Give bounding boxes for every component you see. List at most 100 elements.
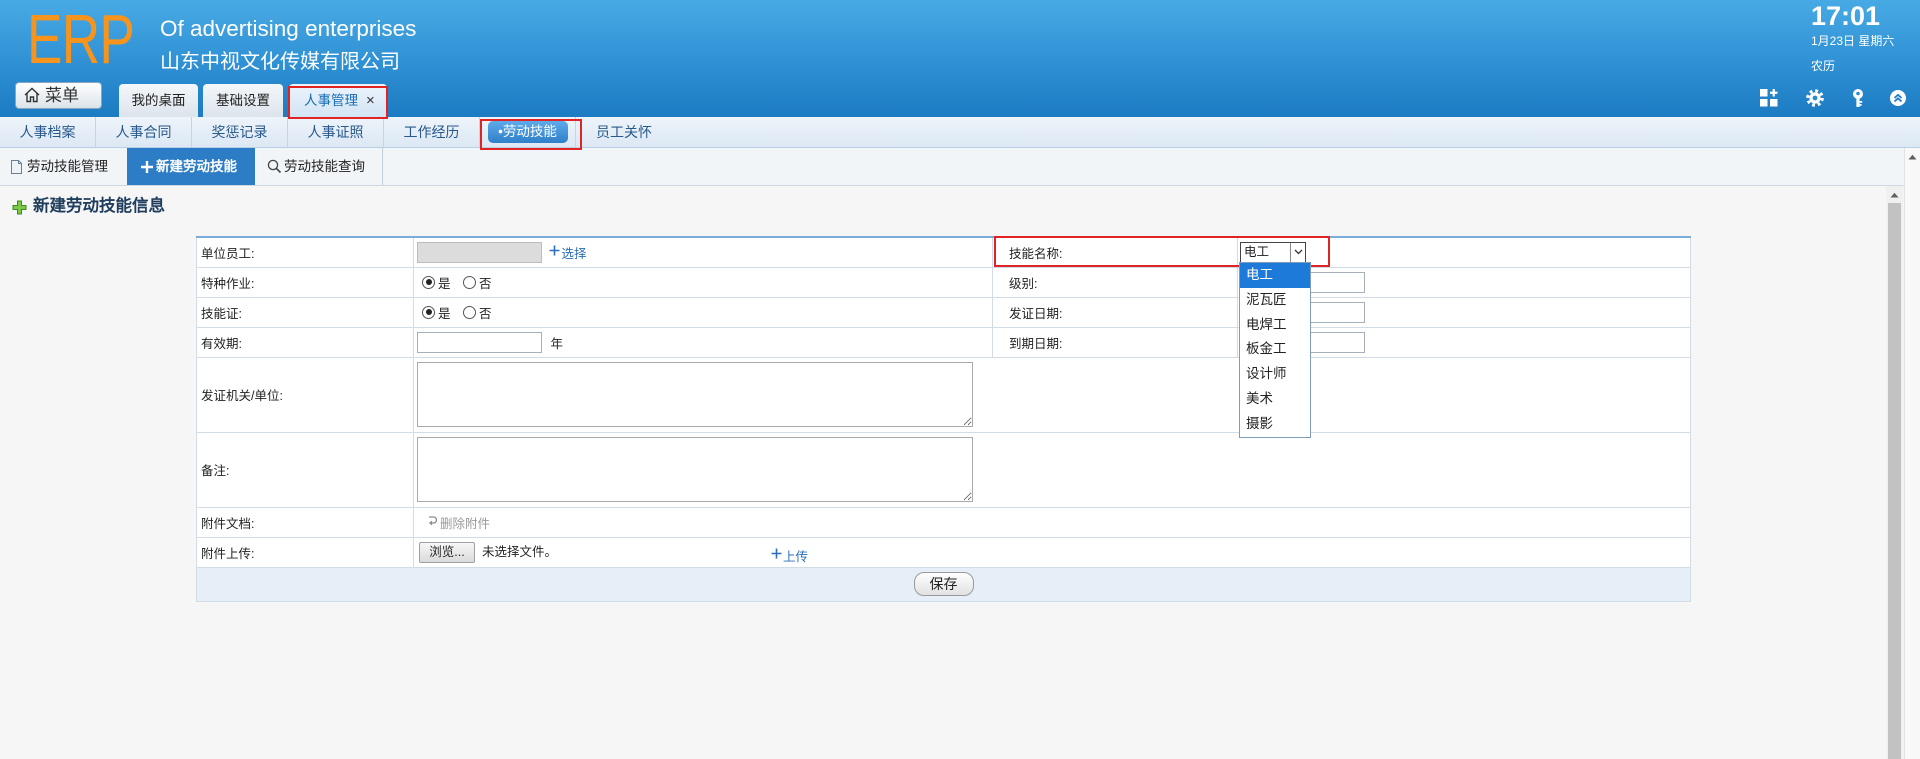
scrollbar-thumb[interactable] xyxy=(1888,203,1901,759)
nav-item-label: 工作经历 xyxy=(403,124,460,140)
module-nav-item-labor-skills[interactable]: •劳动技能 xyxy=(480,117,576,147)
form-cell: 附件文档: xyxy=(196,506,414,538)
sub-tab-skill-query[interactable]: 劳动技能查询 xyxy=(255,148,383,185)
chevron-down-icon[interactable] xyxy=(1290,242,1305,262)
home-icon xyxy=(23,86,41,104)
plus-icon xyxy=(549,245,561,256)
skill-form-table: 单位员工: 选择 技能名称: 电工 特种作业: 是 否 级别: 技能证: 是 否… xyxy=(196,236,1691,602)
special-operation-no[interactable]: 否 xyxy=(463,273,492,292)
dropdown-option[interactable]: 美术 xyxy=(1240,387,1310,412)
collapse-up-icon[interactable] xyxy=(1889,89,1909,109)
issue-date-label: 发证日期: xyxy=(1009,306,1063,321)
document-icon xyxy=(10,159,23,175)
apps-add-icon[interactable] xyxy=(1759,88,1779,108)
key-icon[interactable] xyxy=(1848,88,1868,108)
tab-hr-management[interactable]: 人事管理 × xyxy=(289,84,387,117)
delete-attachment-link[interactable]: 删除附件 xyxy=(427,513,490,532)
scroll-up-icon[interactable] xyxy=(1890,192,1899,198)
dropdown-option[interactable]: 设计师 xyxy=(1240,362,1310,387)
module-nav-item-rewards-penalties[interactable]: 奖惩记录 xyxy=(192,117,288,147)
employee-input[interactable] xyxy=(417,241,542,263)
plus-icon xyxy=(140,160,154,174)
close-icon[interactable]: × xyxy=(366,84,375,117)
form-cell: 年 xyxy=(413,326,993,358)
gear-icon[interactable] xyxy=(1805,88,1825,108)
dropdown-option[interactable]: 摄影 xyxy=(1240,412,1310,437)
nav-item-label-active: •劳动技能 xyxy=(487,121,568,143)
scroll-up-icon[interactable] xyxy=(1908,154,1917,160)
radio-label: 否 xyxy=(479,306,492,321)
form-row: 备注: xyxy=(196,431,1691,508)
erp-logo: ERP xyxy=(27,0,135,78)
upload-controls: 浏览... 未选择文件。 上传 xyxy=(417,538,1690,566)
radio-button[interactable] xyxy=(463,275,476,289)
radio-button[interactable] xyxy=(463,305,476,319)
menu-button-label: 菜单 xyxy=(45,86,79,105)
browse-button[interactable]: 浏览... xyxy=(419,542,475,563)
special-operation-yes[interactable]: 是 xyxy=(422,273,451,292)
form-row: 特种作业: 是 否 级别: xyxy=(196,266,1691,298)
save-button[interactable]: 保存 xyxy=(913,572,974,596)
nav-item-label: 人事证照 xyxy=(307,124,364,140)
tab-basic-settings[interactable]: 基础设置 xyxy=(203,84,283,117)
skill-name-select[interactable]: 电工 xyxy=(1240,241,1306,263)
delete-attachment-label: 删除附件 xyxy=(440,516,491,531)
skill-name-dropdown: 电工 泥瓦匠 电焊工 板金工 设计师 美术 摄影 xyxy=(1239,262,1311,438)
form-cell: 单位员工: xyxy=(196,236,414,268)
certificate-yes[interactable]: 是 xyxy=(422,303,451,322)
form-cell: 选择 xyxy=(413,236,993,268)
menu-button[interactable]: 菜单 xyxy=(15,82,102,109)
form-cell: 技能名称: xyxy=(992,236,1238,268)
sub-tab-label: 劳动技能查询 xyxy=(284,159,365,174)
module-nav-item-staff-records[interactable]: 人事档案 xyxy=(0,117,96,147)
add-icon xyxy=(12,200,27,215)
clock-date: 1月23日 星期六 xyxy=(1811,34,1895,48)
form-row: 技能证: 是 否 发证日期: xyxy=(196,296,1691,328)
expiry-date-label: 到期日期: xyxy=(1009,336,1063,351)
form-cell: 是 否 xyxy=(413,266,993,298)
certificate-no[interactable]: 否 xyxy=(463,303,492,322)
dropdown-option[interactable]: 电焊工 xyxy=(1240,313,1310,338)
frame-scrollbar[interactable] xyxy=(1904,148,1920,759)
validity-input[interactable] xyxy=(417,331,542,353)
module-nav-item-certificates[interactable]: 人事证照 xyxy=(288,117,384,147)
dropdown-option[interactable]: 泥瓦匠 xyxy=(1240,288,1310,313)
upload-link[interactable]: 上传 xyxy=(771,546,808,565)
form-cell: 备注: xyxy=(196,431,414,508)
radio-label: 是 xyxy=(438,276,451,291)
form-row: 附件上传: 浏览... 未选择文件。 上传 xyxy=(196,536,1691,568)
search-icon xyxy=(267,159,282,174)
form-cell: 附件上传: xyxy=(196,536,414,568)
nav-item-label: 员工关怀 xyxy=(596,124,652,140)
module-nav-item-employee-care[interactable]: 员工关怀 xyxy=(576,117,672,147)
tab-my-desktop[interactable]: 我的桌面 xyxy=(119,84,198,117)
module-nav-item-work-history[interactable]: 工作经历 xyxy=(384,117,480,147)
remark-textarea[interactable] xyxy=(417,437,973,502)
skill-name-value: 电工 xyxy=(1244,244,1270,259)
dropdown-option[interactable]: 电工 xyxy=(1240,263,1310,288)
remark-label: 备注: xyxy=(201,464,230,478)
select-employee-link[interactable]: 选择 xyxy=(549,243,587,262)
validity-label: 有效期: xyxy=(201,336,242,351)
sub-tab-skill-management[interactable]: 劳动技能管理 xyxy=(0,148,127,185)
certificate-label: 技能证: xyxy=(201,306,242,321)
form-cell: 发证日期: xyxy=(992,296,1238,328)
module-nav-item-contracts[interactable]: 人事合同 xyxy=(96,117,192,147)
form-cell: 到期日期: xyxy=(992,326,1238,358)
upload-label: 附件上传: xyxy=(201,546,255,561)
radio-button[interactable] xyxy=(422,305,435,319)
dropdown-option[interactable]: 板金工 xyxy=(1240,337,1310,362)
issuer-textarea[interactable] xyxy=(417,362,973,427)
sub-tab-label: 劳动技能管理 xyxy=(27,159,108,174)
select-link-label: 选择 xyxy=(561,246,587,261)
nav-item-label: 人事合同 xyxy=(115,124,172,140)
form-cell: 技能证: xyxy=(196,296,414,328)
form-cell: 是 否 xyxy=(413,296,993,328)
form-row: 单位员工: 选择 技能名称: 电工 xyxy=(196,236,1691,268)
radio-label: 否 xyxy=(479,276,492,291)
form-cell: 保存 xyxy=(196,566,1691,602)
form-cell xyxy=(413,431,1691,508)
nav-item-label: 人事档案 xyxy=(19,124,76,140)
radio-button[interactable] xyxy=(422,275,435,289)
sub-tab-new-skill[interactable]: 新建劳动技能 xyxy=(127,148,255,185)
